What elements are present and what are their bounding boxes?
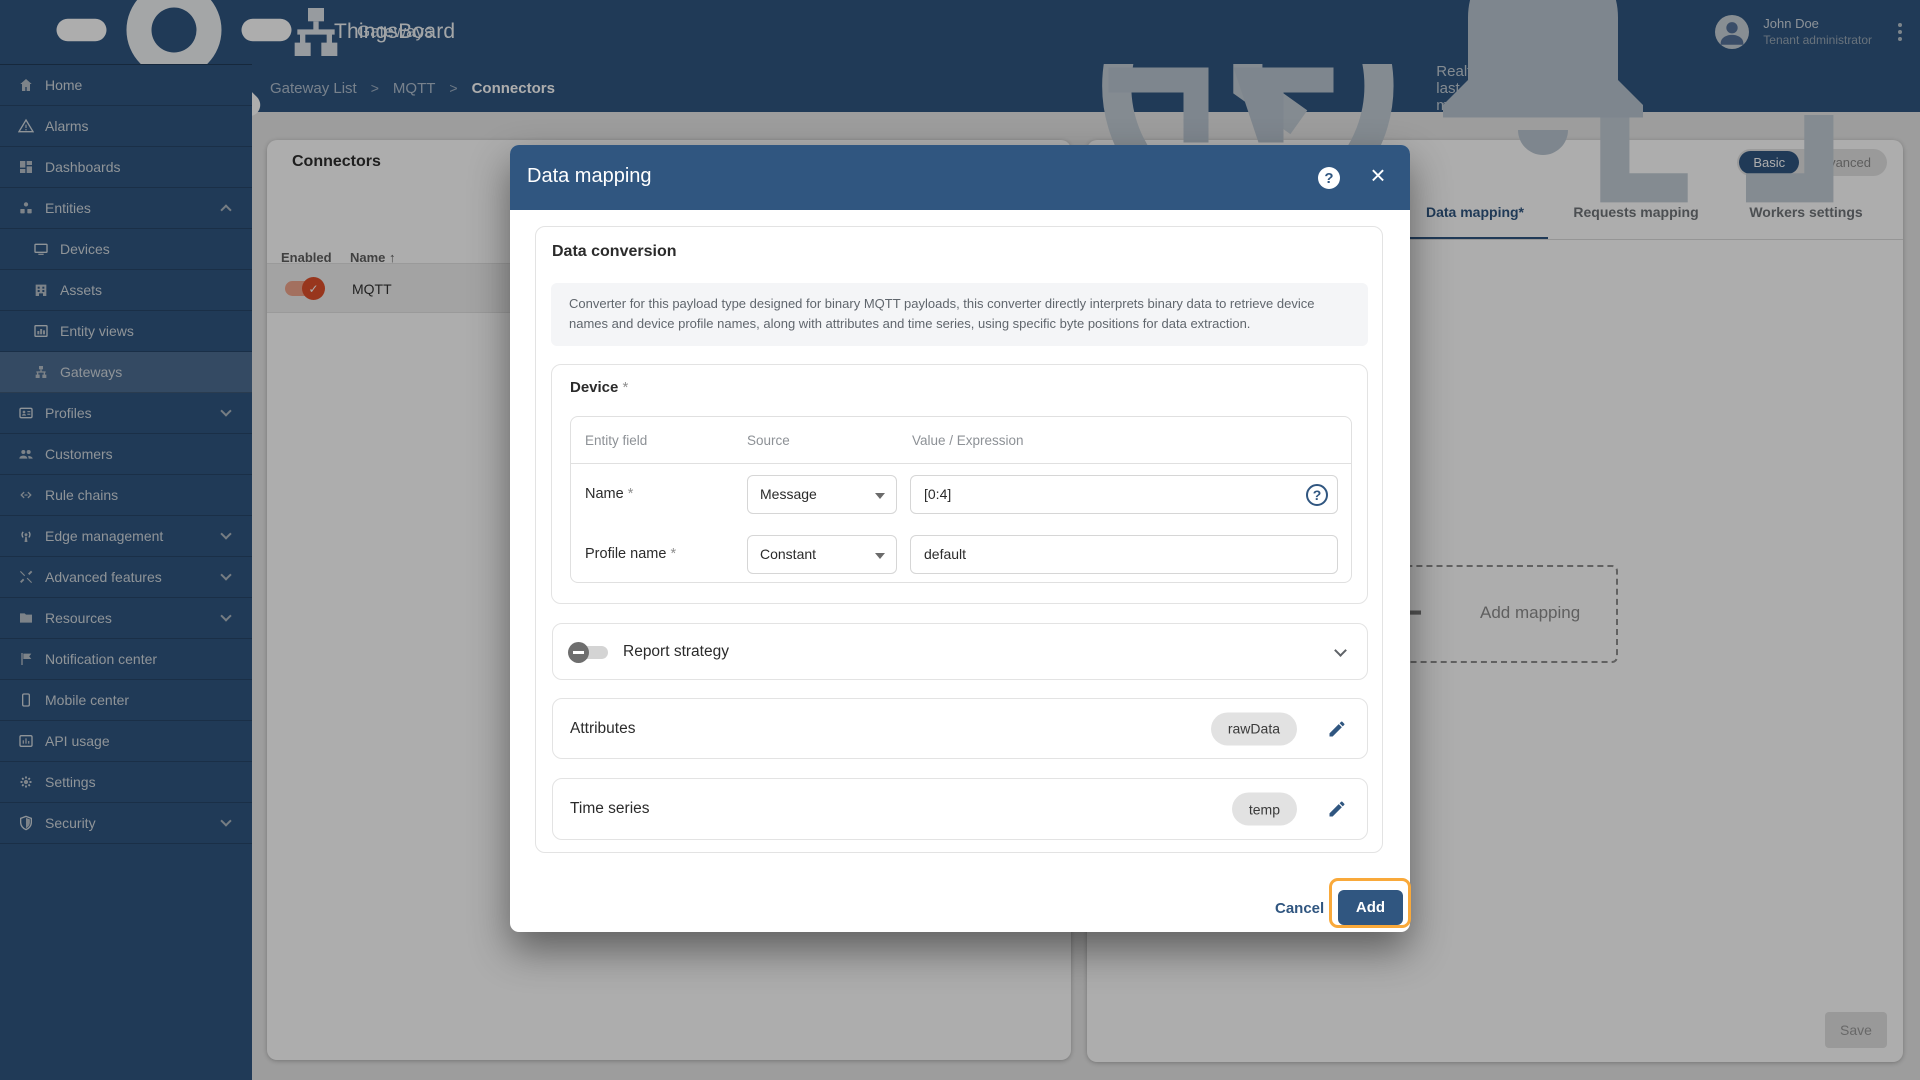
edit-pencil-icon[interactable]	[1327, 719, 1347, 739]
col-entity-field: Entity field	[585, 433, 648, 448]
value-input-profile[interactable]: default	[910, 535, 1338, 574]
row-label: Profile name	[585, 546, 667, 562]
data-mapping-dialog: Data mapping ? × Data conversion Convert…	[510, 145, 1411, 932]
expression-help-icon[interactable]: ?	[1306, 484, 1328, 506]
toggle-minus-icon	[568, 642, 589, 663]
report-strategy-label: Report strategy	[623, 642, 729, 660]
table-row-name: Name * Message [0:4] ?	[571, 464, 1351, 524]
source-select-name[interactable]: Message	[747, 475, 897, 514]
device-fieldset: Device * Entity field Source Value / Exp…	[551, 364, 1368, 604]
cancel-button[interactable]: Cancel	[1275, 900, 1324, 917]
dialog-title: Data mapping	[527, 165, 652, 187]
edit-pencil-icon[interactable]	[1327, 799, 1347, 819]
time-series-row: Time series temp	[552, 778, 1368, 840]
attributes-label: Attributes	[570, 719, 636, 737]
dialog-header: Data mapping ? ×	[510, 145, 1410, 210]
data-conversion-title: Data conversion	[552, 243, 677, 260]
add-button[interactable]: Add	[1338, 890, 1403, 925]
data-conversion-section: Data conversion Converter for this paylo…	[535, 226, 1383, 853]
report-strategy-toggle[interactable]	[568, 642, 608, 663]
col-value-expression: Value / Expression	[912, 433, 1024, 448]
dropdown-arrow-icon	[875, 493, 885, 499]
converter-description: Converter for this payload type designed…	[551, 283, 1368, 346]
device-legend: Device *	[570, 379, 629, 396]
row-label: Name	[585, 486, 624, 502]
dropdown-arrow-icon	[875, 553, 885, 559]
report-strategy-row: Report strategy	[552, 623, 1368, 680]
col-source: Source	[747, 433, 790, 448]
help-icon[interactable]: ?	[1318, 167, 1340, 189]
close-icon[interactable]: ×	[1364, 161, 1392, 189]
chevron-down-icon[interactable]	[1334, 644, 1347, 657]
attributes-chip[interactable]: rawData	[1210, 712, 1297, 745]
app-root: ThingsBoard Gateways John Doe Tenant adm…	[0, 0, 1920, 1080]
value-input-name[interactable]: [0:4] ?	[910, 475, 1338, 514]
time-series-chip[interactable]: temp	[1231, 792, 1297, 826]
device-table: Entity field Source Value / Expression N…	[570, 416, 1352, 583]
time-series-label: Time series	[570, 800, 650, 817]
source-select-profile[interactable]: Constant	[747, 535, 897, 574]
table-row-profile-name: Profile name * Constant default	[571, 524, 1351, 584]
attributes-row: Attributes rawData	[552, 698, 1368, 759]
